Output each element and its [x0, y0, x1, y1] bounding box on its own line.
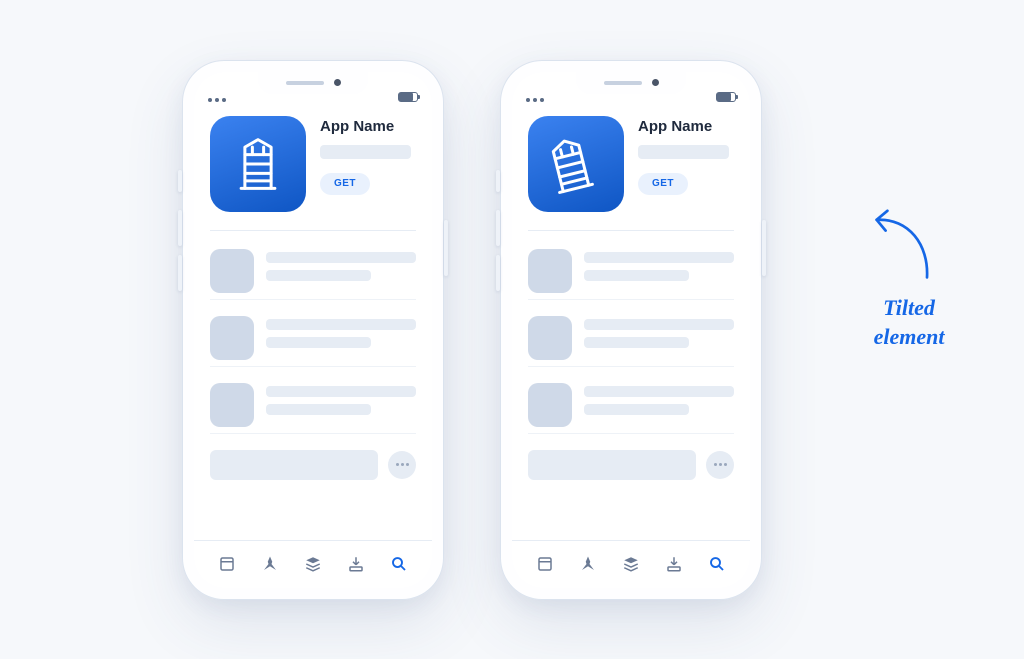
phone-screen: App Name GET: [512, 72, 750, 588]
annotation-line1: Tilted: [883, 295, 935, 320]
featured-row: [528, 444, 734, 486]
more-menu-icon: [526, 98, 544, 102]
volume-up-button: [496, 210, 500, 246]
text-placeholder: [266, 249, 416, 281]
phone-mockup-right: App Name GET: [500, 60, 762, 600]
battery-icon: [398, 92, 418, 102]
text-placeholder: [266, 383, 416, 415]
front-camera: [334, 79, 341, 86]
search-tab[interactable]: [390, 555, 408, 573]
more-icon[interactable]: [388, 451, 416, 479]
volume-up-button: [178, 210, 182, 246]
featured-row: [210, 444, 416, 486]
subtitle-placeholder: [638, 145, 729, 159]
app-icon-tilted: [528, 116, 624, 212]
thumbnail-placeholder: [528, 316, 572, 360]
app-title: App Name: [638, 118, 734, 135]
volume-down-button: [178, 255, 182, 291]
phone-mockup-left: App Name GET: [182, 60, 444, 600]
list-item: [210, 243, 416, 300]
annotation: Tilted element: [864, 200, 954, 351]
power-button: [444, 220, 448, 276]
notch: [576, 72, 686, 94]
banner-placeholder: [210, 450, 378, 480]
app-title: App Name: [320, 118, 416, 135]
tower-tilted-icon: [548, 134, 604, 194]
list-item: [528, 377, 734, 434]
get-button[interactable]: GET: [638, 173, 688, 195]
list-item: [528, 243, 734, 300]
thumbnail-placeholder: [210, 316, 254, 360]
annotation-text: Tilted element: [874, 294, 945, 351]
get-button[interactable]: GET: [320, 173, 370, 195]
content-list: [512, 231, 750, 494]
speaker-grille: [286, 81, 324, 85]
app-meta: App Name GET: [638, 116, 734, 212]
list-item: [528, 310, 734, 367]
list-item: [210, 310, 416, 367]
today-tab[interactable]: [218, 555, 236, 573]
text-placeholder: [584, 383, 734, 415]
games-tab[interactable]: [579, 555, 597, 573]
more-icon[interactable]: [706, 451, 734, 479]
list-item: [210, 377, 416, 434]
mute-switch: [496, 170, 500, 192]
power-button: [762, 220, 766, 276]
subtitle-placeholder: [320, 145, 411, 159]
text-placeholder: [266, 316, 416, 348]
tower-icon: [230, 134, 286, 194]
diagram-stage: App Name GET: [182, 60, 762, 600]
today-tab[interactable]: [536, 555, 554, 573]
updates-tab[interactable]: [665, 555, 683, 573]
thumbnail-placeholder: [210, 249, 254, 293]
app-store-header: App Name GET: [512, 106, 750, 230]
notch: [258, 72, 368, 94]
apps-tab[interactable]: [622, 555, 640, 573]
thumbnail-placeholder: [210, 383, 254, 427]
app-store-header: App Name GET: [194, 106, 432, 230]
thumbnail-placeholder: [528, 383, 572, 427]
banner-placeholder: [528, 450, 696, 480]
mute-switch: [178, 170, 182, 192]
app-icon-upright: [210, 116, 306, 212]
games-tab[interactable]: [261, 555, 279, 573]
arrow-icon: [864, 200, 954, 290]
text-placeholder: [584, 249, 734, 281]
speaker-grille: [604, 81, 642, 85]
more-menu-icon: [208, 98, 226, 102]
volume-down-button: [496, 255, 500, 291]
search-tab[interactable]: [708, 555, 726, 573]
phone-screen: App Name GET: [194, 72, 432, 588]
tab-bar: [512, 540, 750, 588]
updates-tab[interactable]: [347, 555, 365, 573]
annotation-line2: element: [874, 324, 945, 349]
front-camera: [652, 79, 659, 86]
thumbnail-placeholder: [528, 249, 572, 293]
content-list: [194, 231, 432, 494]
battery-icon: [716, 92, 736, 102]
app-meta: App Name GET: [320, 116, 416, 212]
tab-bar: [194, 540, 432, 588]
apps-tab[interactable]: [304, 555, 322, 573]
text-placeholder: [584, 316, 734, 348]
